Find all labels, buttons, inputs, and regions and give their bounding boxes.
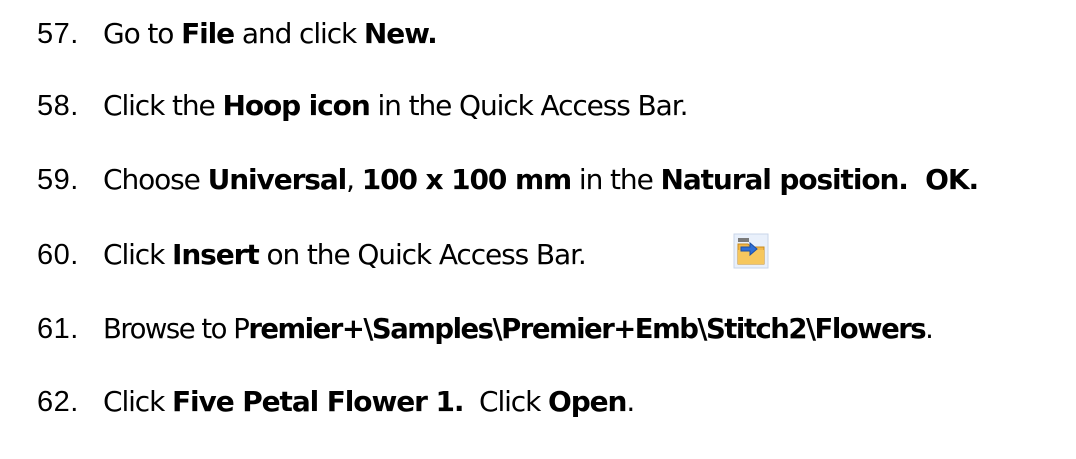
insert-icon [733, 233, 769, 269]
step-text: Click the Hoop icon in the Quick Access … [103, 89, 688, 122]
step-number: 58. [37, 90, 79, 122]
step-number: 59. [37, 164, 79, 196]
step-text: Choose Universal, 100 x 100 mm in the Na… [103, 163, 979, 196]
step-number: 60. [37, 239, 79, 271]
step-number: 61. [37, 313, 79, 345]
step-number: 62. [37, 386, 79, 418]
step-text: Click Five Petal Flower 1. Click Open. [103, 385, 635, 418]
step-text: Click Insert on the Quick Access Bar. [103, 238, 587, 271]
step-number: 57. [37, 18, 79, 50]
step-text: Browse to Premier+\Samples\Premier+Emb\S… [103, 313, 934, 345]
step-text: Go to File and click New. [103, 17, 438, 50]
